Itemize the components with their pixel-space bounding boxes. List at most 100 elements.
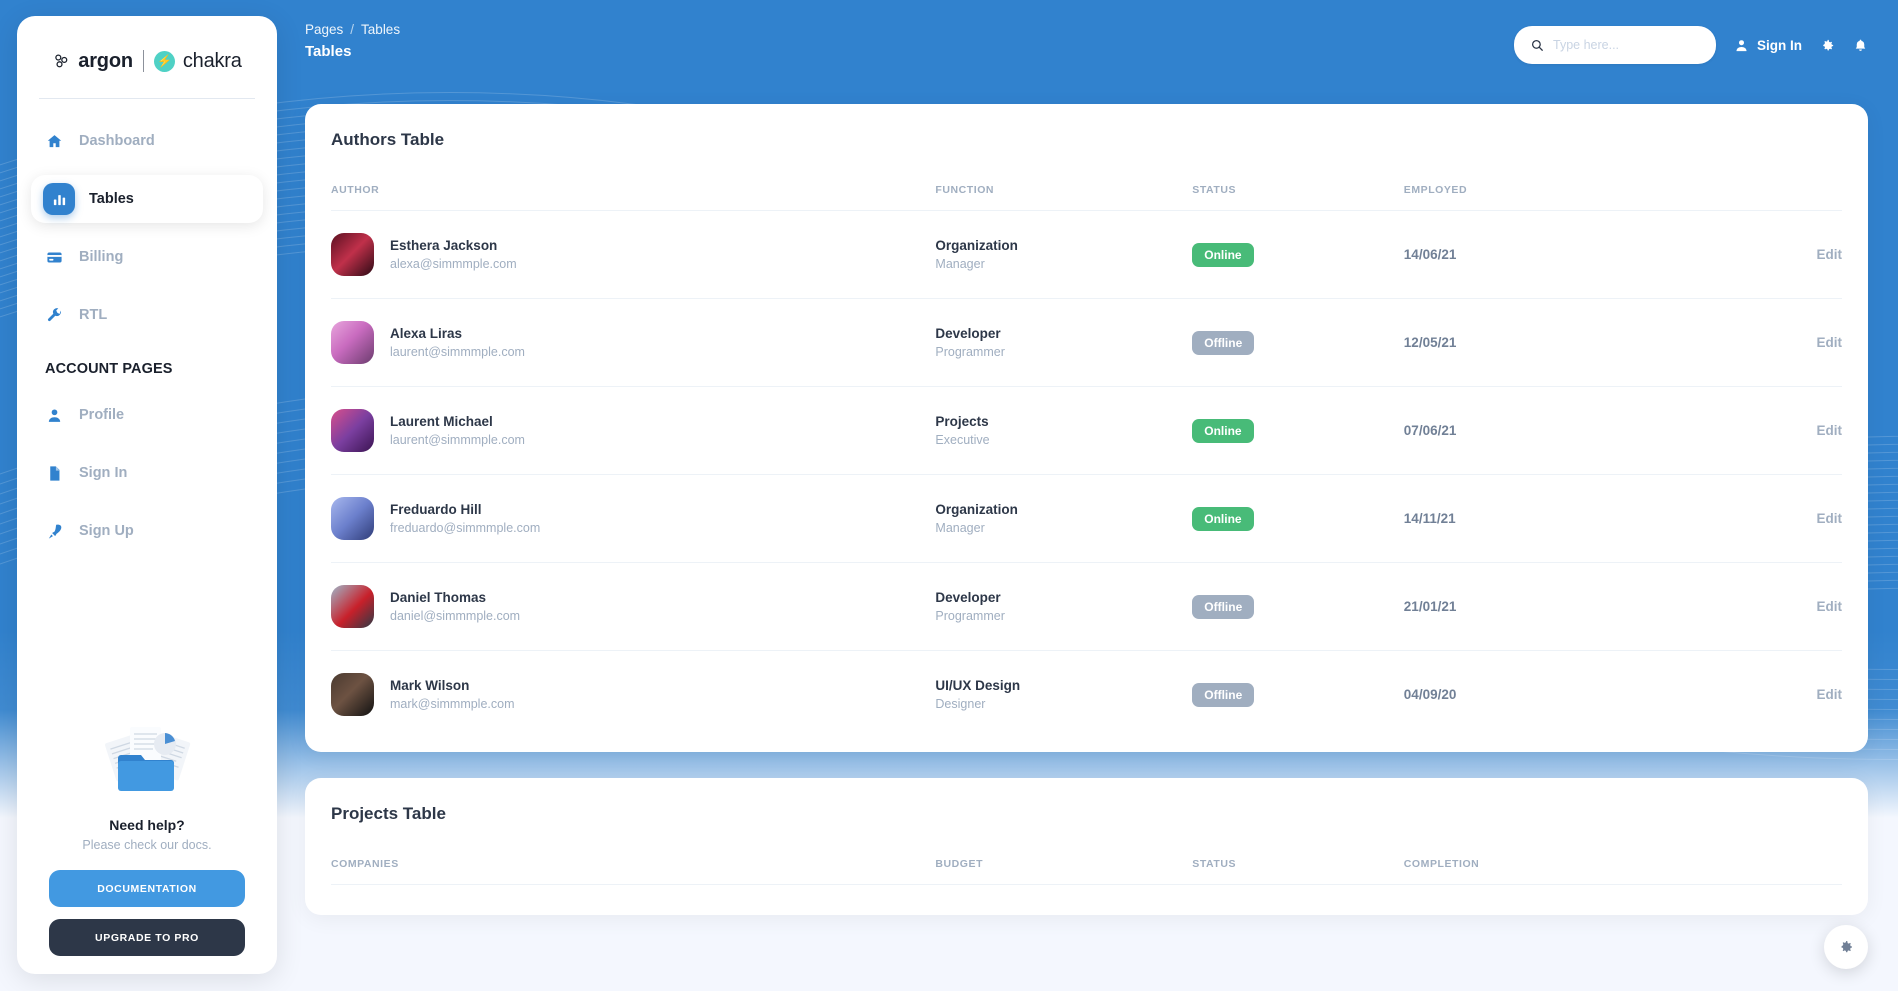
edit-link[interactable]: Edit: [1817, 687, 1843, 702]
employed-date: 04/09/20: [1403, 686, 1457, 702]
lightning-bolt-icon: ⚡: [153, 50, 175, 72]
cell-status: Online: [1192, 210, 1404, 299]
edit-link[interactable]: Edit: [1817, 599, 1843, 614]
sidebar-item-dashboard[interactable]: Dashboard: [31, 117, 263, 165]
table-row: Esthera Jackson alexa@simmmple.com Organ…: [331, 210, 1843, 299]
cell-author: Alexa Liras laurent@simmmple.com: [331, 298, 936, 387]
status-badge: Online: [1192, 242, 1254, 267]
folder-documents-icon: [49, 707, 245, 803]
function-name: Organization: [935, 501, 1018, 517]
avatar: [331, 673, 374, 716]
column-header-actions: [1660, 184, 1842, 211]
chart-bar-icon: [43, 183, 75, 215]
table-row: Laurent Michael laurent@simmmple.com Pro…: [331, 386, 1843, 475]
table-row: Freduardo Hill freduardo@simmmple.com Or…: [331, 474, 1843, 563]
breadcrumb: Pages / Tables Tables: [305, 22, 400, 60]
sidebar-item-tables[interactable]: Tables: [31, 175, 263, 223]
sidebar-item-label: Dashboard: [79, 133, 155, 149]
function-role: Programmer: [935, 609, 1005, 624]
cell-actions: Edit: [1660, 210, 1843, 299]
cell-status: Online: [1192, 474, 1404, 563]
sidebar-item-sign-up[interactable]: Sign Up: [31, 507, 263, 555]
function-name: Projects: [935, 413, 989, 429]
sidebar-item-profile[interactable]: Profile: [31, 391, 263, 439]
cell-employed: 14/06/21: [1403, 210, 1661, 299]
cell-author: Daniel Thomas daniel@simmmple.com: [331, 562, 936, 651]
breadcrumb-separator: /: [350, 22, 355, 37]
edit-link[interactable]: Edit: [1817, 247, 1843, 262]
person-icon: [1736, 39, 1747, 51]
gear-icon: [1823, 39, 1834, 50]
authors-table-head: AUTHOR FUNCTION STATUS EMPLOYED: [331, 184, 1842, 211]
avatar: [331, 585, 374, 628]
author-name: Esthera Jackson: [390, 237, 498, 253]
bell-icon: [1855, 39, 1866, 51]
sidebar-item-sign-in[interactable]: Sign In: [31, 449, 263, 497]
status-badge: Offline: [1192, 682, 1255, 707]
search-icon: [1531, 39, 1543, 51]
status-badge: Offline: [1192, 594, 1255, 619]
sign-in-button[interactable]: Sign In: [1734, 38, 1802, 53]
topbar-actions: Sign In: [1514, 26, 1868, 64]
edit-link[interactable]: Edit: [1817, 335, 1843, 350]
column-header-status: STATUS: [1192, 858, 1404, 885]
column-header-companies: COMPANIES: [331, 858, 936, 885]
table-row: Mark Wilson mark@simmmple.com UI/UX Desi…: [331, 651, 1842, 739]
edit-link[interactable]: Edit: [1817, 511, 1843, 526]
notifications-button[interactable]: [1853, 38, 1868, 53]
brand-divider: [142, 50, 144, 72]
sidebar-item-billing[interactable]: Billing: [31, 233, 263, 281]
brand-argon: argon: [52, 50, 133, 73]
cell-status: Offline: [1192, 651, 1404, 739]
authors-table-body: Esthera Jackson alexa@simmmple.com Organ…: [331, 210, 1843, 739]
edit-link[interactable]: Edit: [1817, 423, 1843, 438]
brand-chakra-label: chakra: [182, 49, 242, 72]
sidebar: argon ⚡ chakra Dashboard Tables Billing …: [17, 16, 277, 974]
argon-logo-icon: [55, 53, 68, 67]
cell-actions: Edit: [1660, 474, 1843, 563]
employed-date: 14/11/21: [1403, 510, 1456, 526]
cell-function: Organization Manager: [935, 474, 1193, 563]
author-name: Alexa Liras: [390, 325, 463, 341]
upgrade-to-pro-button[interactable]: UPGRADE TO PRO: [49, 919, 245, 956]
document-icon: [43, 462, 65, 484]
cell-status: Online: [1192, 386, 1404, 475]
column-header-completion: COMPLETION: [1403, 858, 1661, 885]
status-badge: Online: [1192, 418, 1254, 443]
table-row: Alexa Liras laurent@simmmple.com Develop…: [331, 298, 1843, 387]
cell-function: Developer Programmer: [935, 298, 1193, 387]
cell-author: Freduardo Hill freduardo@simmmple.com: [331, 474, 936, 563]
cell-status: Offline: [1192, 562, 1404, 651]
cell-actions: Edit: [1660, 562, 1843, 651]
page-title: Tables: [305, 43, 352, 60]
cell-function: Projects Executive: [935, 386, 1193, 475]
credit-card-icon: [43, 246, 65, 268]
breadcrumb-root[interactable]: Pages: [305, 22, 343, 37]
avatar: [331, 409, 374, 452]
breadcrumb-current[interactable]: Tables: [361, 22, 400, 37]
documentation-button[interactable]: DOCUMENTATION: [49, 870, 245, 907]
app-root: argon ⚡ chakra Dashboard Tables Billing …: [0, 0, 1898, 991]
projects-table-title: Projects Table: [331, 804, 446, 823]
help-subtitle: Please check our docs.: [82, 838, 212, 852]
function-name: Developer: [935, 325, 1001, 341]
brand-argon-label: argon: [78, 49, 133, 72]
topbar: Pages / Tables Tables Sign In: [305, 22, 1868, 78]
function-role: Designer: [935, 697, 986, 712]
sidebar-item-rtl[interactable]: RTL: [31, 291, 263, 339]
author-name: Freduardo Hill: [390, 501, 482, 517]
cell-employed: 04/09/20: [1404, 651, 1661, 739]
cell-status: Offline: [1192, 298, 1404, 387]
employed-date: 21/01/21: [1403, 598, 1457, 614]
settings-fab-button[interactable]: [1824, 925, 1868, 969]
author-email: daniel@simmmple.com: [390, 609, 521, 624]
wrench-icon: [43, 304, 65, 326]
sidebar-item-label: Profile: [79, 407, 125, 423]
settings-button[interactable]: [1820, 38, 1835, 53]
function-name: Organization: [935, 237, 1018, 253]
brand-chakra: ⚡ chakra: [153, 49, 242, 73]
search-box[interactable]: [1514, 26, 1716, 64]
sidebar-item-label: RTL: [79, 307, 108, 323]
search-input[interactable]: [1553, 38, 1700, 52]
brand-logo[interactable]: argon ⚡ chakra: [17, 30, 277, 92]
